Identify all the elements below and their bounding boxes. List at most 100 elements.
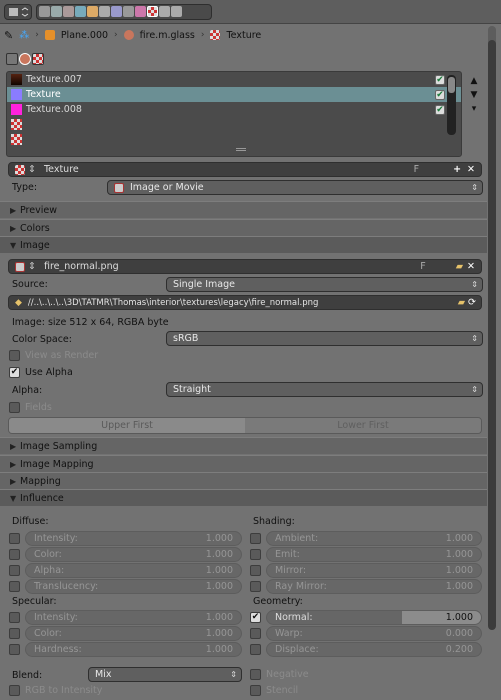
influence-slider[interactable]: Color: 1.000	[25, 625, 242, 641]
scrollbar-thumb[interactable]	[488, 40, 496, 630]
pack-icon[interactable]: ◆	[15, 298, 22, 308]
influence-checkbox[interactable]	[250, 627, 261, 639]
influence-slider[interactable]: Displace: 0.200	[266, 641, 482, 657]
view-as-render-checkbox[interactable]	[9, 350, 20, 361]
use-alpha-toggle[interactable]: ✔ Use Alpha	[9, 367, 73, 378]
influence-checkbox[interactable]	[250, 532, 261, 544]
material-icon[interactable]	[135, 6, 146, 17]
blend-dropdown[interactable]: Mix ⇕	[88, 667, 242, 682]
enable-checkbox[interactable]: ✔	[435, 74, 445, 85]
alpha-mode-dropdown[interactable]: Straight ⇕	[166, 382, 483, 397]
influence-checkbox[interactable]	[250, 548, 261, 560]
close-icon[interactable]: ✕	[467, 261, 475, 272]
influence-checkbox[interactable]	[9, 564, 20, 576]
source-dropdown[interactable]: Single Image ⇕	[166, 277, 483, 292]
list-item[interactable]: Texture ✔	[7, 87, 461, 102]
stencil-toggle[interactable]: Stencil	[250, 685, 298, 696]
context-tabs[interactable]	[36, 4, 212, 20]
influence-slider[interactable]: Emit: 1.000	[266, 546, 482, 562]
enable-checkbox[interactable]: ✔	[435, 104, 445, 115]
render-icon[interactable]	[39, 6, 50, 17]
world-texture-icon[interactable]	[6, 53, 18, 65]
influence-checkbox[interactable]	[9, 580, 20, 592]
scene-icon[interactable]	[63, 6, 74, 17]
enable-checkbox[interactable]: ✔	[435, 89, 445, 100]
close-icon[interactable]: ✕	[467, 164, 475, 175]
modifiers-icon[interactable]	[111, 6, 122, 17]
influence-checkbox[interactable]	[9, 532, 20, 544]
panel-image-sampling[interactable]: ▶ Image Sampling	[0, 437, 487, 454]
upper-first-button[interactable]: Upper First	[9, 418, 245, 433]
negative-checkbox[interactable]	[250, 669, 261, 680]
texture-icon[interactable]	[147, 6, 158, 17]
influence-checkbox[interactable]	[9, 611, 20, 623]
move-up-icon[interactable]: ▲	[468, 74, 480, 88]
fake-user-button[interactable]: F	[414, 164, 419, 175]
influence-slider[interactable]: Hardness: 1.000	[25, 641, 242, 657]
list-item[interactable]	[7, 117, 461, 132]
list-item[interactable]: Texture.007 ✔	[7, 72, 461, 87]
list-scrollbar[interactable]	[447, 75, 456, 135]
influence-slider[interactable]: Warp: 0.000	[266, 625, 482, 641]
add-icon[interactable]: +	[453, 164, 461, 175]
panel-colors[interactable]: ▶ Colors	[0, 219, 487, 236]
view-as-render-toggle[interactable]: View as Render	[9, 350, 98, 361]
open-folder-icon[interactable]: ▰	[456, 261, 463, 272]
rgb-to-intensity-toggle[interactable]: RGB to Intensity	[9, 685, 102, 696]
influence-checkbox[interactable]	[250, 643, 261, 655]
use-alpha-checkbox[interactable]: ✔	[9, 367, 20, 378]
fields-checkbox[interactable]	[9, 402, 20, 413]
texture-slot-list[interactable]: Texture.007 ✔ Texture ✔ Texture.008 ✔	[6, 71, 462, 157]
constraints-icon[interactable]	[99, 6, 110, 17]
move-down-icon[interactable]: ▼	[468, 88, 480, 102]
influence-slider[interactable]: Translucency: 1.000	[25, 578, 242, 594]
influence-checkbox[interactable]	[9, 643, 20, 655]
list-item[interactable]	[7, 132, 461, 147]
panel-image-mapping[interactable]: ▶ Image Mapping	[0, 455, 487, 472]
influence-checkbox[interactable]: ✔	[250, 611, 261, 623]
type-dropdown[interactable]: Image or Movie ⇕	[107, 180, 483, 195]
brush-texture-icon[interactable]	[32, 53, 44, 65]
influence-slider[interactable]: Alpha: 1.000	[25, 562, 242, 578]
image-name-input[interactable]: fire_normal.png	[44, 261, 119, 272]
influence-checkbox[interactable]	[9, 548, 20, 560]
influence-checkbox[interactable]	[9, 627, 20, 639]
filepath-field[interactable]: ◆ //..\..\..\..\3D\TATMR\Thomas\interior…	[8, 295, 482, 310]
texture-datablock-field[interactable]: ⇕ Texture F + ✕	[8, 162, 482, 177]
object-icon[interactable]	[87, 6, 98, 17]
influence-slider[interactable]: Color: 1.000	[25, 546, 242, 562]
influence-slider[interactable]: Intensity: 1.000	[25, 609, 242, 625]
influence-slider[interactable]: Ambient: 1.000	[266, 530, 482, 546]
render-layers-icon[interactable]	[51, 6, 62, 17]
resize-handle[interactable]	[236, 148, 246, 151]
panel-preview[interactable]: ▶ Preview	[0, 201, 487, 218]
object-data-icon[interactable]	[123, 6, 134, 17]
stencil-checkbox[interactable]	[250, 685, 261, 696]
negative-toggle[interactable]: Negative	[250, 669, 309, 680]
influence-slider[interactable]: Normal: 1.000	[266, 609, 482, 625]
lower-first-button[interactable]: Lower First	[245, 418, 481, 433]
texture-name-input[interactable]: Texture	[44, 164, 79, 175]
editor-type-button[interactable]	[4, 4, 32, 20]
image-datablock-field[interactable]: ⇕ fire_normal.png F ▰ ✕	[8, 259, 482, 274]
influence-checkbox[interactable]	[250, 564, 261, 576]
pin-icon[interactable]: ✎	[4, 29, 13, 42]
influence-checkbox[interactable]	[250, 580, 261, 592]
panel-influence[interactable]: ▼ Influence	[0, 489, 487, 506]
fake-user-button[interactable]: F	[420, 261, 425, 272]
filepath-input[interactable]: //..\..\..\..\3D\TATMR\Thomas\interior\t…	[28, 298, 318, 308]
browse-icon[interactable]: ⇕	[28, 261, 36, 272]
particles-icon[interactable]	[159, 6, 170, 17]
reload-icon[interactable]: ⟳	[468, 297, 476, 308]
open-folder-icon[interactable]: ▰	[458, 297, 465, 308]
list-item[interactable]: Texture.008 ✔	[7, 102, 461, 117]
specials-icon[interactable]: ▾	[468, 102, 480, 116]
physics-icon[interactable]	[171, 6, 182, 17]
panel-mapping[interactable]: ▶ Mapping	[0, 472, 487, 489]
influence-slider[interactable]: Intensity: 1.000	[25, 530, 242, 546]
world-icon[interactable]	[75, 6, 86, 17]
rgb-to-intensity-checkbox[interactable]	[9, 685, 20, 696]
influence-slider[interactable]: Ray Mirror: 1.000	[266, 578, 482, 594]
color-space-dropdown[interactable]: sRGB ⇕	[166, 331, 483, 346]
panel-image[interactable]: ▼ Image	[0, 236, 487, 253]
